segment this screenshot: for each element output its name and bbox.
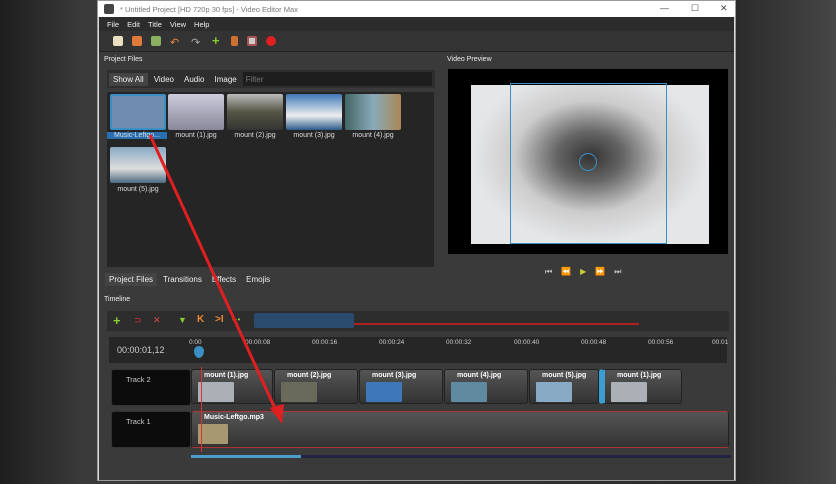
annotation-arrow: [148, 134, 284, 424]
